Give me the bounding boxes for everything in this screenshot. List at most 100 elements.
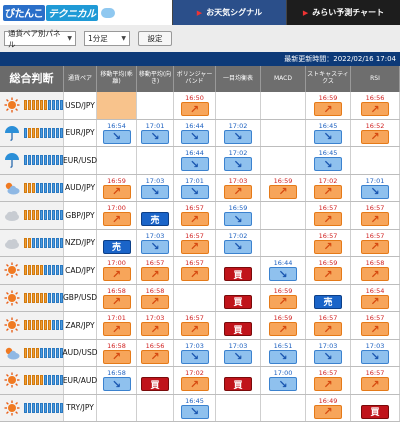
signal-cell-ichimoku[interactable]: 17:03 ↘ <box>216 339 261 366</box>
signal-cell-bollinger[interactable]: 17:02 ↗ <box>174 367 216 394</box>
signal-cell-rsi[interactable]: 17:01 ↘ <box>351 174 400 201</box>
up-arrow-signal[interactable]: ↗ <box>180 102 209 117</box>
sell-signal[interactable]: 売 <box>314 294 342 309</box>
pair-cell[interactable]: EUR/JPY <box>64 119 97 146</box>
signal-cell-stochastics[interactable]: 16:57 ↗ <box>306 367 351 394</box>
up-arrow-signal[interactable]: ↗ <box>141 294 169 309</box>
up-arrow-signal[interactable]: ↗ <box>314 212 342 227</box>
signal-cell-stochastics[interactable]: 17:02 ↗ <box>306 174 351 201</box>
signal-cell-ma-deviation[interactable]: 16:58 ↗ <box>97 284 137 311</box>
signal-cell-rsi[interactable]: 16:57 ↗ <box>351 229 400 256</box>
signal-cell-stochastics[interactable]: 売 <box>306 284 351 311</box>
signal-cell-macd[interactable]: 16:59 ↗ <box>261 174 306 201</box>
up-arrow-signal[interactable]: ↗ <box>269 184 297 199</box>
down-arrow-signal[interactable]: ↘ <box>180 157 209 172</box>
signal-cell-ichimoku[interactable] <box>216 394 261 421</box>
up-arrow-signal[interactable]: ↗ <box>180 267 209 282</box>
signal-cell-macd[interactable]: 17:00 ↘ <box>261 367 306 394</box>
signal-cell-ma-direction[interactable]: 17:01 ↘ <box>137 119 174 146</box>
buy-signal[interactable]: 買 <box>224 377 252 392</box>
down-arrow-signal[interactable]: ↘ <box>269 349 297 364</box>
site-logo[interactable]: ぴたんこ テクニカル <box>0 0 172 25</box>
signal-cell-ma-direction[interactable]: 17:03 ↘ <box>137 229 174 256</box>
buy-signal[interactable]: 買 <box>361 404 389 419</box>
signal-cell-macd[interactable] <box>261 202 306 229</box>
signal-cell-bollinger[interactable]: 16:44 ↘ <box>174 147 216 174</box>
col-header-ma-direction[interactable]: 移動平均(向き) <box>137 66 174 92</box>
up-arrow-signal[interactable]: ↗ <box>180 377 209 392</box>
signal-cell-ma-deviation[interactable]: 16:58 ↘ <box>97 367 137 394</box>
signal-cell-rsi[interactable]: 16:54 ↗ <box>351 284 400 311</box>
down-arrow-signal[interactable]: ↘ <box>224 157 252 172</box>
buy-signal[interactable]: 買 <box>141 377 169 392</box>
up-arrow-signal[interactable]: ↗ <box>141 267 169 282</box>
signal-cell-rsi[interactable]: 16:58 ↗ <box>351 257 400 284</box>
down-arrow-signal[interactable]: ↘ <box>269 267 297 282</box>
signal-cell-ichimoku[interactable]: 買 <box>216 367 261 394</box>
signal-cell-ma-deviation[interactable] <box>97 147 137 174</box>
up-arrow-signal[interactable]: ↗ <box>180 322 209 337</box>
table-row[interactable]: AUD/USD 16:58 ↗ 16:56 ↗ 17:03 ↘ 17:03 ↘ 16:51 ↘ 17:… <box>0 339 400 367</box>
pair-cell[interactable]: GBP/JPY <box>64 202 97 229</box>
signal-cell-rsi[interactable]: 16:57 ↗ <box>351 202 400 229</box>
signal-cell-ichimoku[interactable]: 17:03 ↗ <box>216 174 261 201</box>
pair-cell[interactable]: AUD/USD <box>63 339 97 366</box>
signal-cell-ma-deviation[interactable]: 17:00 ↗ <box>97 202 137 229</box>
signal-cell-stochastics[interactable]: 16:49 ↗ <box>306 394 351 421</box>
up-arrow-signal[interactable]: ↗ <box>141 322 169 337</box>
down-arrow-signal[interactable]: ↘ <box>224 239 252 254</box>
table-row[interactable]: EUR/AUD 16:58 ↘ 買 17:02 ↗ 買 17:00 ↘ 16:57 ↗ 16:57 ↗ <box>0 367 400 395</box>
signal-cell-ma-deviation[interactable] <box>97 394 137 421</box>
pair-cell[interactable]: NZD/JPY <box>64 229 97 256</box>
signal-cell-bollinger[interactable]: 17:03 ↘ <box>174 339 216 366</box>
up-arrow-signal[interactable]: ↗ <box>361 322 389 337</box>
up-arrow-signal[interactable]: ↗ <box>361 294 389 309</box>
signal-cell-ma-direction[interactable] <box>137 92 174 119</box>
up-arrow-signal[interactable]: ↗ <box>314 322 342 337</box>
signal-cell-bollinger[interactable]: 16:44 ↘ <box>174 119 216 146</box>
signal-cell-ichimoku[interactable]: 17:02 ↘ <box>216 229 261 256</box>
up-arrow-signal[interactable]: ↗ <box>361 102 389 117</box>
signal-cell-ichimoku[interactable]: 17:02 ↘ <box>216 119 261 146</box>
up-arrow-signal[interactable]: ↗ <box>102 184 131 199</box>
signal-cell-macd[interactable] <box>261 119 306 146</box>
col-header-stochastics[interactable]: ストキャスティクス <box>306 66 351 92</box>
down-arrow-signal[interactable]: ↘ <box>141 184 169 199</box>
signal-cell-bollinger[interactable]: 16:57 ↗ <box>174 257 216 284</box>
pair-cell[interactable]: AUD/JPY <box>64 174 97 201</box>
signal-cell-ma-direction[interactable]: 17:03 ↘ <box>137 174 174 201</box>
signal-cell-bollinger[interactable]: 16:45 ↘ <box>174 394 216 421</box>
buy-signal[interactable]: 買 <box>224 294 252 309</box>
signal-cell-ichimoku[interactable]: 買 <box>216 284 261 311</box>
signal-cell-ma-direction[interactable]: 売 <box>137 202 174 229</box>
signal-cell-ma-deviation[interactable] <box>97 92 137 119</box>
down-arrow-signal[interactable]: ↘ <box>180 184 209 199</box>
down-arrow-signal[interactable]: ↘ <box>180 349 209 364</box>
down-arrow-signal[interactable]: ↘ <box>102 129 131 144</box>
signal-cell-ma-deviation[interactable]: 16:59 ↗ <box>97 174 137 201</box>
timeframe-select[interactable]: 1分足 ▼ <box>84 31 130 46</box>
signal-cell-ma-deviation[interactable]: 16:54 ↘ <box>97 119 137 146</box>
signal-cell-stochastics[interactable]: 16:57 ↗ <box>306 312 351 339</box>
pair-cell[interactable]: ZAR/JPY <box>64 312 97 339</box>
signal-cell-stochastics[interactable]: 16:57 ↗ <box>306 202 351 229</box>
signal-cell-ma-deviation[interactable]: 売 <box>97 229 137 256</box>
sell-signal[interactable]: 売 <box>102 239 131 254</box>
table-row[interactable]: USD/JPY 16:50 ↗ 16:59 ↗ 16:56 ↗ <box>0 92 400 120</box>
set-button[interactable]: 設定 <box>138 31 172 46</box>
table-row[interactable]: TRY/JPY 16:45 ↘ 16:49 ↗ 買 <box>0 394 400 422</box>
down-arrow-signal[interactable]: ↘ <box>180 129 209 144</box>
up-arrow-signal[interactable]: ↗ <box>180 212 209 227</box>
up-arrow-signal[interactable]: ↗ <box>102 322 131 337</box>
pair-cell[interactable]: CAD/JPY <box>64 257 97 284</box>
signal-cell-bollinger[interactable] <box>174 284 216 311</box>
col-header-bollinger[interactable]: ボリンジャーバンド <box>174 66 216 92</box>
signal-cell-stochastics[interactable]: 16:45 ↘ <box>306 119 351 146</box>
down-arrow-signal[interactable]: ↘ <box>224 349 252 364</box>
table-row[interactable]: ZAR/JPY 17:01 ↗ 17:03 ↗ 16:57 ↗ 買 16:59 ↗ 16:57 ↗ 16… <box>0 312 400 340</box>
signal-cell-ma-deviation[interactable]: 17:00 ↗ <box>97 257 137 284</box>
signal-cell-macd[interactable]: 16:59 ↗ <box>261 284 306 311</box>
col-header-overall[interactable]: 総合判断 <box>0 66 64 92</box>
signal-cell-rsi[interactable]: 17:03 ↘ <box>351 339 400 366</box>
signal-cell-rsi[interactable]: 16:52 ↗ <box>351 119 400 146</box>
